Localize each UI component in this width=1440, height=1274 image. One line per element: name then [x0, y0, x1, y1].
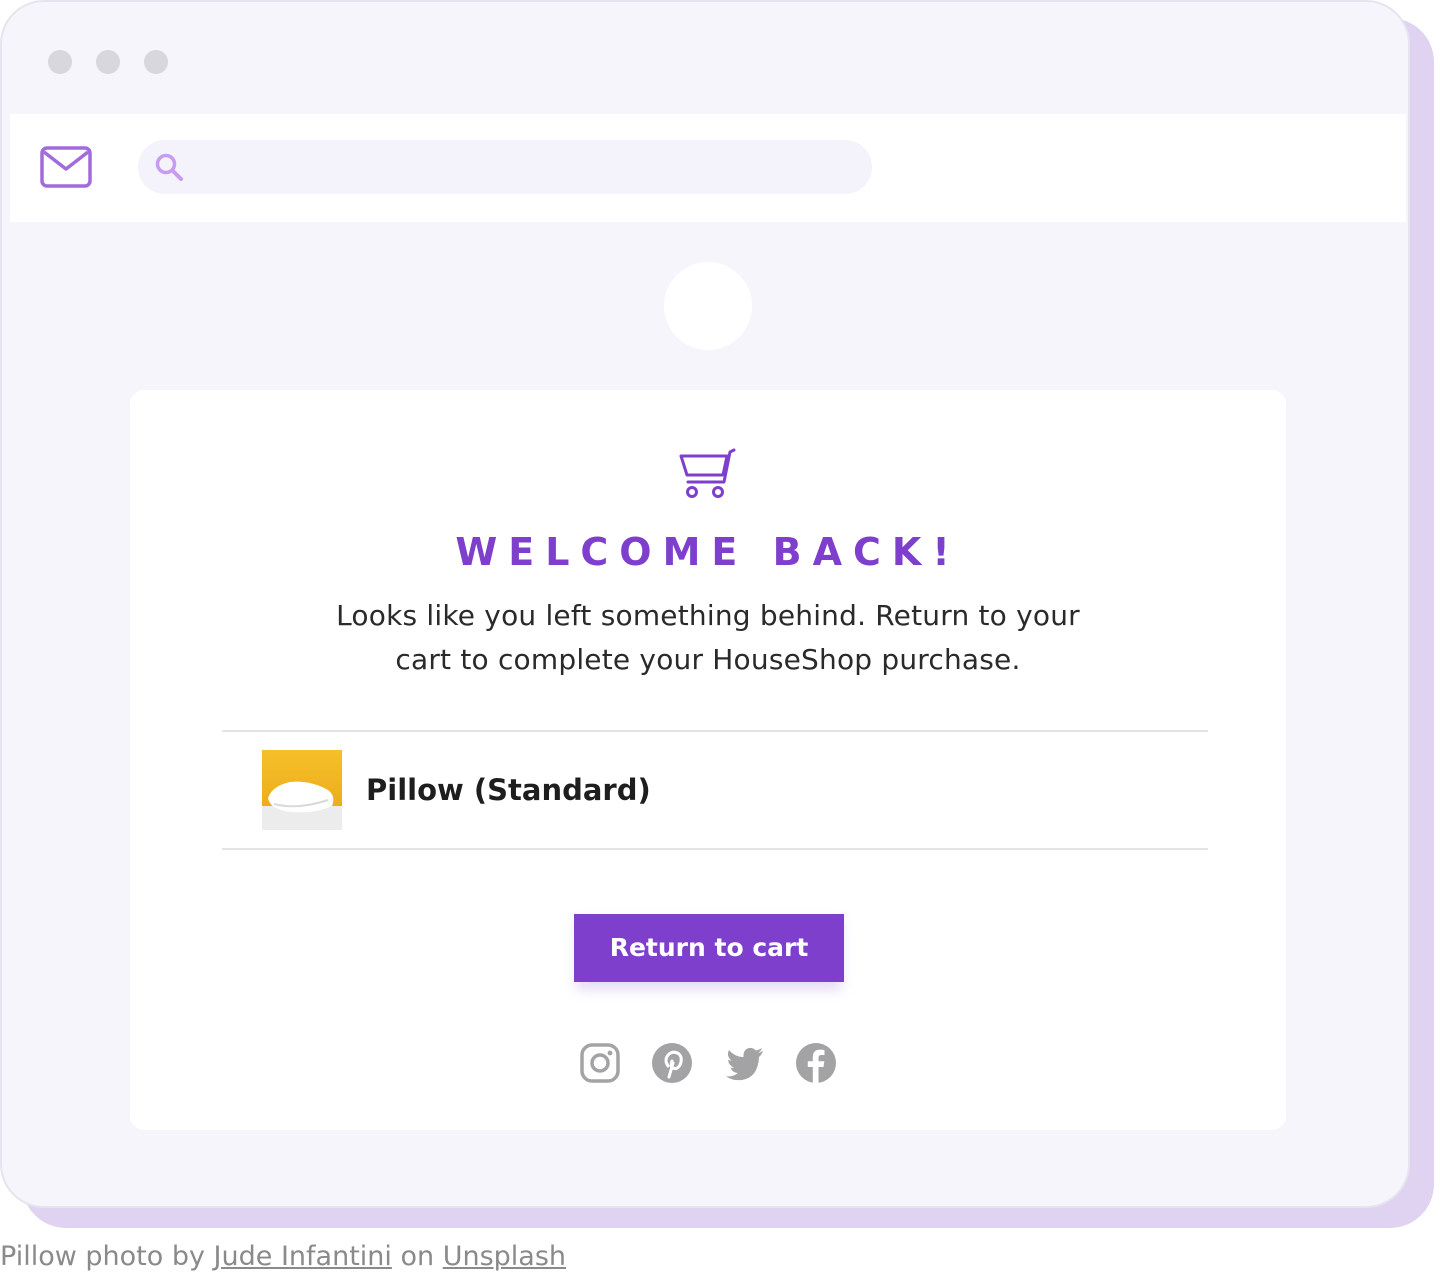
email-toolbar	[10, 114, 1406, 222]
brand-logo-placeholder	[664, 262, 752, 350]
email-card: WELCOME BACK! Looks like you left someth…	[130, 390, 1286, 1130]
product-name: Pillow (Standard)	[366, 773, 651, 807]
credit-prefix: Pillow photo by	[0, 1241, 214, 1272]
credit-middle: on	[391, 1241, 443, 1272]
author-link[interactable]: Jude Infantini	[214, 1241, 392, 1272]
unsplash-link[interactable]: Unsplash	[443, 1241, 566, 1272]
window-dot-minimize[interactable]	[96, 50, 120, 74]
browser-window: WELCOME BACK! Looks like you left someth…	[0, 0, 1410, 1208]
pillow-photo	[262, 750, 342, 830]
photo-credit: Pillow photo by Jude Infantini on Unspla…	[0, 1240, 566, 1274]
instagram-icon[interactable]	[579, 1042, 621, 1084]
mail-icon[interactable]	[40, 146, 92, 188]
search-input[interactable]	[138, 140, 872, 194]
search-icon	[155, 153, 183, 181]
divider	[222, 848, 1208, 850]
pinterest-icon[interactable]	[651, 1042, 693, 1084]
window-dot-close[interactable]	[48, 50, 72, 74]
window-dot-maximize[interactable]	[144, 50, 168, 74]
return-to-cart-button[interactable]: Return to cart	[574, 914, 844, 982]
twitter-icon[interactable]	[723, 1042, 765, 1084]
divider	[222, 730, 1208, 732]
welcome-headline: WELCOME BACK!	[455, 530, 961, 574]
shopping-cart-icon	[679, 448, 736, 498]
facebook-icon[interactable]	[795, 1042, 837, 1084]
welcome-message: Looks like you left something behind. Re…	[336, 599, 1080, 676]
